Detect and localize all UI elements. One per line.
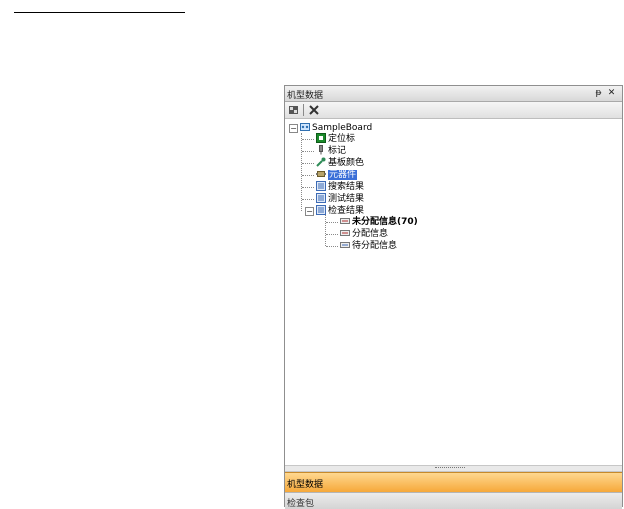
tree-node-label: 待分配信息 <box>352 241 398 251</box>
tree-item-test-results[interactable]: 测试结果 <box>316 193 364 205</box>
tree-item-assigned-info[interactable]: 分配信息 <box>340 228 388 240</box>
tools-icon[interactable] <box>308 104 320 116</box>
list-icon <box>316 205 326 215</box>
tab-inspection-package[interactable]: 检查包 <box>285 492 622 509</box>
tree-item-pending-info[interactable]: 待分配信息 <box>340 240 397 252</box>
tab-model-data[interactable]: 机型数据 <box>285 472 622 492</box>
panel-title: 机型数据 <box>287 91 324 101</box>
tree-node-label: SampleBoard <box>312 123 373 133</box>
info-row-icon <box>340 240 350 250</box>
panel-titlebar: 机型数据 ᵽ ✕ <box>285 86 622 102</box>
tree-node-label: 标记 <box>328 146 347 156</box>
tab-label: 机型数据 <box>287 480 324 490</box>
top-divider-line <box>14 12 185 13</box>
list-icon <box>316 193 326 203</box>
collapse-toggle[interactable]: − <box>289 124 298 133</box>
tree-node-label: 定位标 <box>328 134 356 144</box>
tree-view: − SampleBoard 定位标 标记 基板颜色 元器件 搜索结果 测试结果 … <box>285 119 622 465</box>
pin-icon[interactable]: ᵽ <box>593 87 604 99</box>
tree-connector <box>302 163 314 164</box>
close-icon[interactable]: ✕ <box>606 87 617 99</box>
tree-connector <box>302 199 314 200</box>
tree-node-label: 检查结果 <box>328 206 365 216</box>
splitter-grip[interactable] <box>435 467 465 470</box>
info-row-icon <box>340 216 350 226</box>
panel-toolbar <box>285 102 622 119</box>
fiducial-icon <box>316 133 326 143</box>
tab-label: 检查包 <box>287 499 315 509</box>
tree-node-label: 基板颜色 <box>328 158 365 168</box>
tree-connector <box>302 187 314 188</box>
board-icon <box>300 122 310 132</box>
model-data-panel: 机型数据 ᵽ ✕ − SampleBoard 定位标 标记 基板颜色 元器件 搜… <box>284 85 623 509</box>
tree-connector <box>302 151 314 152</box>
tree-connector <box>326 234 338 235</box>
marker-icon <box>316 145 326 155</box>
tree-node-label: 分配信息 <box>352 229 389 239</box>
component-icon <box>316 169 326 179</box>
tree-item-search-results[interactable]: 搜索结果 <box>316 181 364 193</box>
color-picker-icon <box>316 157 326 167</box>
grid-icon[interactable] <box>288 104 300 116</box>
info-row-icon <box>340 228 350 238</box>
tree-connector <box>302 175 314 176</box>
tree-node-label: 搜索结果 <box>328 182 365 192</box>
tree-node-label: 测试结果 <box>328 194 365 204</box>
tree-item-fiducial[interactable]: 定位标 <box>316 133 355 145</box>
tree-item-marker[interactable]: 标记 <box>316 145 346 157</box>
tree-connector <box>302 139 314 140</box>
tree-item-component[interactable]: 元器件 <box>316 169 358 181</box>
tree-node-label: 未分配信息(70) <box>352 217 418 227</box>
tree-connector <box>326 222 338 223</box>
list-icon <box>316 181 326 191</box>
tree-node-label: 元器件 <box>328 170 358 180</box>
tree-item-board-color[interactable]: 基板颜色 <box>316 157 364 169</box>
pane-splitter[interactable] <box>285 465 622 472</box>
tree-connector <box>326 246 338 247</box>
collapse-toggle[interactable]: − <box>305 207 314 216</box>
toolbar-separator <box>303 104 304 116</box>
tree-item-unassigned-info[interactable]: 未分配信息(70) <box>340 216 418 228</box>
